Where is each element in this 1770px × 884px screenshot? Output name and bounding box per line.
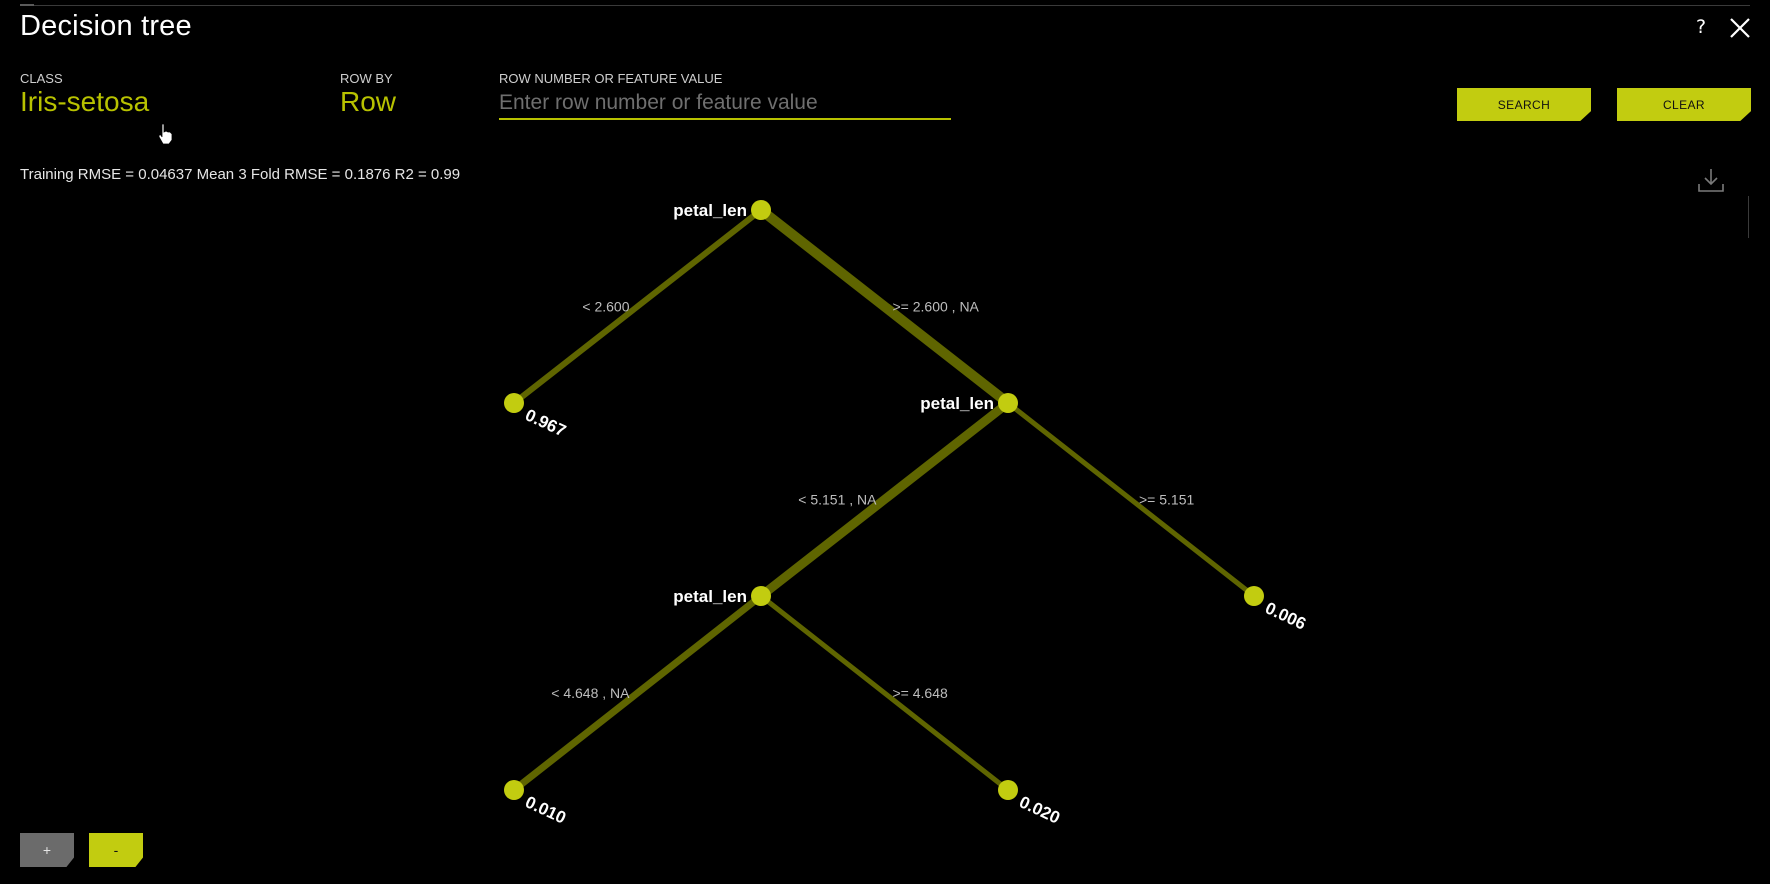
tree-edge-label: >= 5.151 — [1139, 492, 1194, 508]
tree-edge-label: < 2.600 — [582, 299, 629, 315]
tree-edge-label: < 5.151 , NA — [798, 492, 877, 508]
tree-split-node[interactable] — [998, 393, 1018, 413]
tree-edge-label: < 4.648 , NA — [551, 685, 630, 701]
tree-leaf-node[interactable] — [998, 780, 1018, 800]
tree-leaf-value: 0.010 — [522, 792, 569, 827]
tree-edge — [512, 207, 763, 406]
tree-leaf-value: 0.020 — [1016, 792, 1063, 827]
tree-split-node[interactable] — [751, 586, 771, 606]
tree-leaf-node[interactable] — [504, 780, 524, 800]
tree-split-label: petal_len — [673, 201, 747, 220]
tree-edge-label: >= 4.648 — [893, 685, 948, 701]
decision-tree-canvas: < 2.600 >= 2.600 , NA < 5.151 , NA >= 5.151… — [504, 200, 1309, 828]
tree-split-node[interactable] — [751, 200, 771, 220]
tree-edge — [759, 594, 1010, 792]
tree-edge-label: >= 2.600 , NA — [893, 299, 980, 315]
tree-leaf-node[interactable] — [1244, 586, 1264, 606]
tree-leaf-node[interactable] — [504, 393, 524, 413]
tree-edge — [1006, 401, 1256, 598]
tree-leaf-value: 0.967 — [522, 405, 569, 440]
zoom-out-button[interactable]: - — [89, 833, 143, 867]
zoom-in-button[interactable]: + — [20, 833, 74, 867]
pointer-cursor-icon — [158, 123, 173, 145]
tree-leaf-value: 0.006 — [1262, 598, 1309, 633]
tree-split-label: petal_len — [920, 394, 994, 413]
tree-split-label: petal_len — [673, 587, 747, 606]
